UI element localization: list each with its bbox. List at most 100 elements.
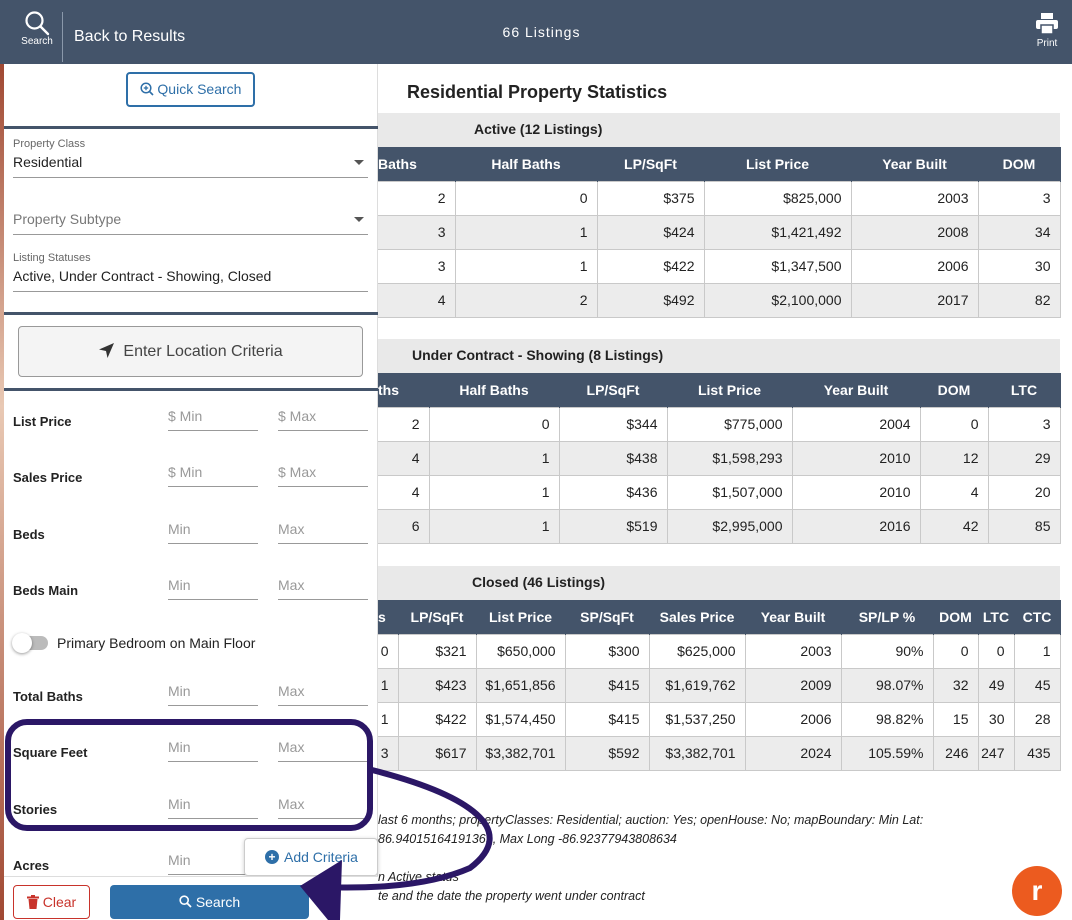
table-row: 2 0 $344 $775,000 2004 0 3 [378, 406, 1061, 442]
table-cell: 1 [1013, 633, 1061, 669]
search-icon [179, 895, 192, 908]
table-cell: 2010 [791, 440, 921, 476]
table-cell: 1 [378, 667, 399, 703]
table-cell: $375 [596, 180, 705, 216]
app-logo: r [1012, 866, 1062, 916]
search-button[interactable]: Search [110, 885, 309, 919]
table-cell: 2 [378, 180, 456, 216]
table-cell: 4 [378, 474, 430, 510]
table-cell: 3 [378, 735, 399, 771]
column-header: List Price [476, 600, 566, 634]
property-class-value: Residential [13, 154, 83, 170]
table-cell: 2016 [791, 508, 921, 544]
column-header: LTC [988, 373, 1061, 407]
clear-button[interactable]: Clear [13, 885, 90, 919]
closed-table: s LP/SqFt List Price SP/SqFt Sales Price Year… [378, 600, 1061, 771]
column-header: Half Baths [455, 147, 598, 181]
acres-label: Acres [13, 858, 50, 873]
table-cell: 3 [987, 406, 1061, 442]
table-cell: $1,619,762 [648, 667, 746, 703]
table-cell: $415 [564, 701, 650, 737]
list-price-max-input[interactable]: $ Max [278, 405, 368, 431]
table-cell: 4 [378, 282, 456, 318]
table-cell: 34 [977, 214, 1061, 250]
table-row: 4 1 $438 $1,598,293 2010 12 29 [378, 440, 1061, 476]
enter-location-criteria-button[interactable]: Enter Location Criteria [18, 326, 363, 377]
print-label: Print [1036, 38, 1058, 49]
table-cell: $617 [397, 735, 477, 771]
table-cell: 42 [919, 508, 989, 544]
property-class-select[interactable]: Residential [13, 150, 368, 178]
total-baths-min-input[interactable]: Min [168, 680, 258, 706]
table-cell: 105.59% [840, 735, 934, 771]
add-criteria-button[interactable]: + Add Criteria [244, 838, 378, 876]
table-cell: 20 [987, 474, 1061, 510]
table-cell: $422 [397, 701, 477, 737]
beds-max-input[interactable]: Max [278, 518, 368, 544]
table-cell: 98.82% [840, 701, 934, 737]
column-header: Sales Price [649, 600, 746, 634]
table-cell: 3 [977, 180, 1061, 216]
table-cell: 0 [428, 406, 560, 442]
table-cell: 0 [454, 180, 598, 216]
table-cell: 3 [378, 248, 456, 284]
quick-search-button[interactable]: Quick Search [126, 72, 255, 107]
listing-statuses-select[interactable]: Active, Under Contract - Showing, Closed [13, 264, 368, 292]
table-cell: 0 [919, 406, 989, 442]
beds-main-max-input[interactable]: Max [278, 574, 368, 600]
table-header-row: s LP/SqFt List Price SP/SqFt Sales Price Year… [378, 600, 1061, 634]
table-row: 1 $422 $1,574,450 $415 $1,537,250 2006 98.82% 1… [378, 701, 1061, 737]
annotation-highlight-box [5, 719, 373, 831]
table-cell: 49 [977, 667, 1015, 703]
table-cell: $3,382,701 [475, 735, 566, 771]
property-subtype-select[interactable]: Property Subtype [13, 207, 368, 235]
beds-label: Beds [13, 527, 45, 542]
criteria-line: 86.94015164191369, Max Long -86.92377943… [378, 832, 677, 846]
table-row: 3 1 $422 $1,347,500 2006 30 [378, 248, 1061, 284]
table-cell: 1 [428, 508, 560, 544]
table-cell: $321 [397, 633, 477, 669]
table-cell: $1,537,250 [648, 701, 746, 737]
table-cell: 1 [454, 214, 598, 250]
table-row: 6 1 $519 $2,995,000 2016 42 85 [378, 508, 1061, 544]
table-cell: $519 [558, 508, 668, 544]
table-cell: $1,598,293 [666, 440, 793, 476]
criteria-line: n Active status [378, 870, 459, 884]
list-price-label: List Price [13, 414, 72, 429]
total-baths-max-input[interactable]: Max [278, 680, 368, 706]
table-cell: $344 [558, 406, 668, 442]
under-contract-section-title: Under Contract - Showing (8 Listings) [378, 339, 1060, 373]
sales-price-min-input[interactable]: $ Min [168, 461, 258, 487]
table-cell: 0 [977, 633, 1015, 669]
table-cell: 1 [378, 701, 399, 737]
table-cell: $775,000 [666, 406, 793, 442]
table-cell: $422 [596, 248, 705, 284]
search-label: Search [195, 894, 241, 910]
table-cell: 85 [987, 508, 1061, 544]
table-cell: 3 [378, 214, 456, 250]
table-cell: 4 [378, 440, 430, 476]
search-criteria-notes: last 6 months; propertyClasses: Resident… [378, 811, 978, 906]
table-header-row: ths Half Baths LP/SqFt List Price Year Built… [378, 373, 1061, 407]
print-button[interactable]: Print [1030, 12, 1064, 49]
sales-price-max-input[interactable]: $ Max [278, 461, 368, 487]
column-header: SP/SqFt [565, 600, 650, 634]
under-contract-table: ths Half Baths LP/SqFt List Price Year Built… [378, 373, 1061, 544]
table-cell: 28 [1013, 701, 1061, 737]
table-cell: $1,347,500 [703, 248, 852, 284]
list-price-min-input[interactable]: $ Min [168, 405, 258, 431]
beds-min-input[interactable]: Min [168, 518, 258, 544]
table-row: 1 $423 $1,651,856 $415 $1,619,762 2009 98.07% 3… [378, 667, 1061, 703]
table-cell: 2006 [850, 248, 979, 284]
column-header: List Price [667, 373, 793, 407]
table-cell: 246 [932, 735, 979, 771]
column-header: SP/LP % [841, 600, 934, 634]
beds-main-min-input[interactable]: Min [168, 574, 258, 600]
table-row: 4 2 $492 $2,100,000 2017 82 [378, 282, 1061, 318]
primary-bedroom-toggle[interactable] [12, 633, 48, 653]
section-divider [4, 388, 378, 391]
table-cell: $415 [564, 667, 650, 703]
table-cell: 2003 [744, 633, 842, 669]
property-subtype-placeholder: Property Subtype [13, 211, 122, 227]
criteria-line [378, 849, 978, 868]
